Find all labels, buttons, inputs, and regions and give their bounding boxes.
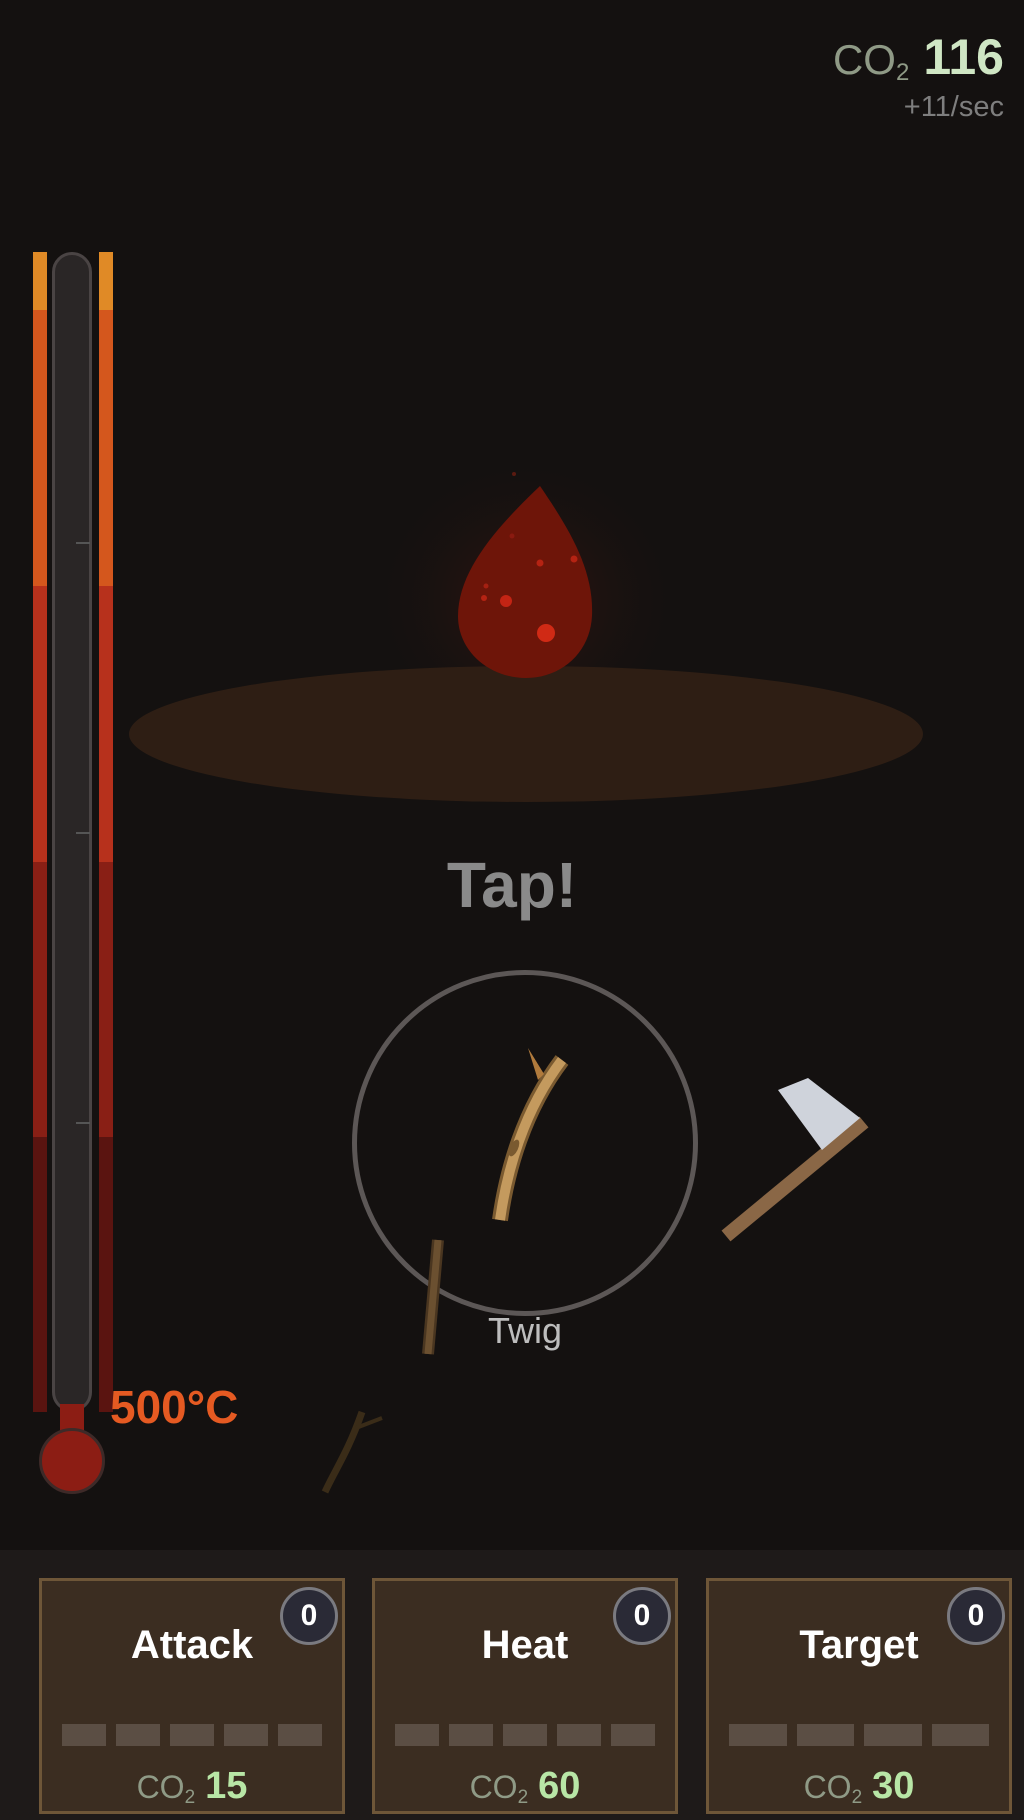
upgrade-progress-slots xyxy=(729,1724,989,1746)
progress-slot xyxy=(116,1724,160,1746)
progress-slot xyxy=(796,1724,854,1746)
upgrade-card-heat[interactable]: Heat 0 CO2 60 xyxy=(372,1578,678,1814)
cost-value: 15 xyxy=(205,1765,248,1807)
fire-pit[interactable] xyxy=(0,440,1024,820)
upgrade-level-badge: 0 xyxy=(280,1587,338,1645)
ground-ellipse xyxy=(129,666,923,802)
co2-counter: CO2 116 +11/sec xyxy=(833,28,1004,124)
upgrade-level-badge: 0 xyxy=(613,1587,671,1645)
upgrade-cost: CO2 60 xyxy=(375,1765,675,1809)
progress-slot xyxy=(449,1724,493,1746)
cost-label: CO2 xyxy=(136,1769,196,1808)
falling-stick-icon xyxy=(422,1239,444,1355)
axe-icon[interactable] xyxy=(720,1070,880,1250)
cost-label: CO2 xyxy=(803,1769,863,1808)
thermometer-tick xyxy=(76,832,90,834)
thermometer-bulb xyxy=(39,1428,105,1494)
progress-slot xyxy=(395,1724,439,1746)
co2-value: 116 xyxy=(923,29,1004,85)
cost-value: 60 xyxy=(538,1765,581,1807)
progress-slot xyxy=(729,1724,787,1746)
progress-slot xyxy=(224,1724,268,1746)
progress-slot xyxy=(278,1724,322,1746)
upgrade-progress-slots xyxy=(395,1724,655,1746)
progress-slot xyxy=(611,1724,655,1746)
thermometer-tick xyxy=(76,1122,90,1124)
progress-slot xyxy=(170,1724,214,1746)
co2-rate: +11/sec xyxy=(903,91,1004,123)
upgrade-level-badge: 0 xyxy=(947,1587,1005,1645)
progress-slot xyxy=(931,1724,989,1746)
progress-slot xyxy=(62,1724,106,1746)
tap-prompt: Tap! xyxy=(446,849,578,921)
upgrade-cost: CO2 15 xyxy=(42,1765,342,1809)
falling-branch-icon xyxy=(321,1410,383,1494)
upgrade-card-attack[interactable]: Attack 0 CO2 15 xyxy=(39,1578,345,1814)
cost-value: 30 xyxy=(872,1765,915,1807)
progress-slot xyxy=(557,1724,601,1746)
upgrade-cost: CO2 30 xyxy=(709,1765,1009,1809)
cost-label: CO2 xyxy=(469,1769,529,1808)
upgrade-card-target[interactable]: Target 0 CO2 30 xyxy=(706,1578,1012,1814)
progress-slot xyxy=(864,1724,922,1746)
thermometer-scale-right xyxy=(99,252,113,1412)
progress-slot xyxy=(503,1724,547,1746)
upgrade-progress-slots xyxy=(62,1724,322,1746)
temperature-readout: 500°C xyxy=(110,1381,239,1433)
co2-label: CO2 xyxy=(832,36,910,86)
thermometer-scale-left xyxy=(33,252,47,1412)
